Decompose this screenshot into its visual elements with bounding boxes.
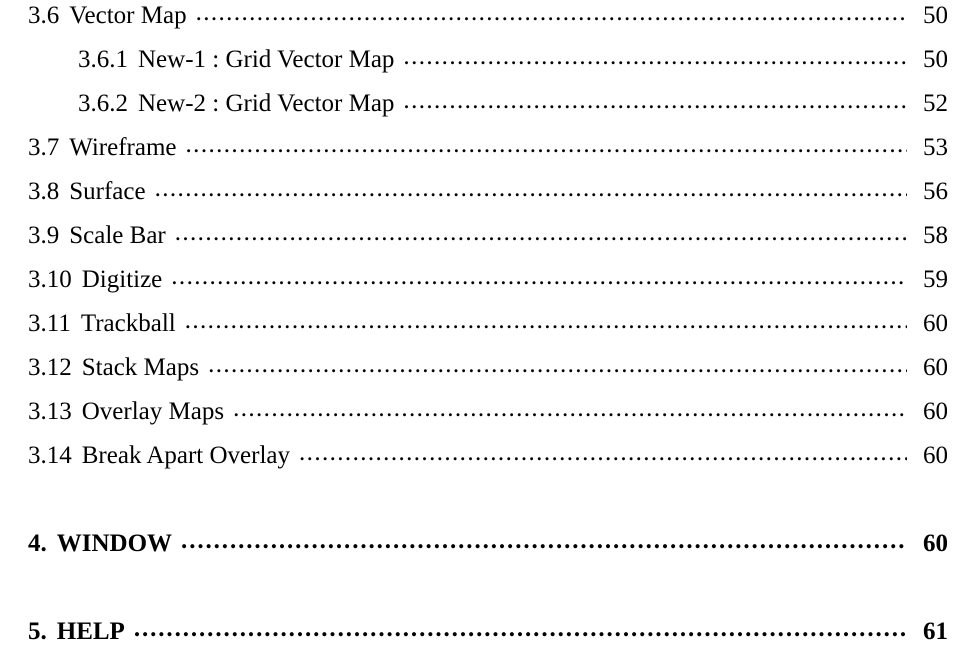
toc-entry-number: 5. bbox=[28, 618, 47, 645]
toc-dot-leader bbox=[155, 167, 907, 211]
toc-entry[interactable]: 3.11 Trackball 60 bbox=[28, 302, 948, 346]
toc-dot-leader bbox=[403, 35, 907, 79]
toc-entry-label: New-2 : Grid Vector Map bbox=[138, 90, 395, 117]
toc-entry-label: Wireframe bbox=[69, 134, 177, 161]
toc-entry-label: Stack Maps bbox=[81, 354, 200, 381]
toc-dot-leader bbox=[403, 79, 907, 123]
toc-entry-label: New-1 : Grid Vector Map bbox=[138, 46, 395, 73]
toc-entry[interactable]: 4. WINDOW 60 bbox=[28, 522, 948, 566]
toc-entry-page-number: 60 bbox=[923, 530, 948, 557]
toc-entry[interactable]: 3.8 Surface 56 bbox=[28, 170, 948, 214]
toc-entry-number: 3.9 bbox=[28, 222, 60, 249]
toc-entry-label: Scale Bar bbox=[69, 222, 166, 249]
toc-entry[interactable]: 3.6.2 New-2 : Grid Vector Map 52 bbox=[28, 82, 948, 126]
toc-entry[interactable]: 3.13 Overlay Maps 60 bbox=[28, 390, 948, 434]
toc-entry-number: 3.10 bbox=[28, 266, 72, 293]
toc-entry-label: Digitize bbox=[81, 266, 163, 293]
toc-entry-label: Overlay Maps bbox=[81, 398, 225, 425]
toc-entry-label: Surface bbox=[69, 178, 146, 205]
toc-entry-page-number: 60 bbox=[923, 354, 948, 381]
toc-entry-number: 3.14 bbox=[28, 442, 72, 469]
toc-entry-page-number: 60 bbox=[923, 310, 948, 337]
toc-entry-number: 3.6.2 bbox=[78, 90, 128, 117]
toc-entry-page-number: 60 bbox=[923, 398, 948, 425]
toc-entry-page-number: 58 bbox=[923, 222, 948, 249]
toc-dot-leader bbox=[181, 519, 907, 563]
toc-entry-number: 3.13 bbox=[28, 398, 72, 425]
toc-entry-number: 4. bbox=[28, 530, 47, 557]
toc-entry[interactable]: 3.10 Digitize 59 bbox=[28, 258, 948, 302]
toc-entry-page-number: 50 bbox=[923, 2, 948, 29]
toc-entry-page-number: 53 bbox=[923, 134, 948, 161]
toc-entry-label: Vector Map bbox=[69, 2, 187, 29]
toc-entry-number: 3.8 bbox=[28, 178, 60, 205]
toc-entry-page-number: 61 bbox=[923, 618, 948, 645]
toc-dot-leader bbox=[196, 0, 907, 35]
toc-entry[interactable]: 3.12 Stack Maps 60 bbox=[28, 346, 948, 390]
toc-entry-page-number: 50 bbox=[923, 46, 948, 73]
toc-entry[interactable]: 3.7 Wireframe 53 bbox=[28, 126, 948, 170]
toc-entry-number: 3.6.1 bbox=[78, 46, 128, 73]
toc-dot-leader bbox=[175, 211, 907, 255]
toc-dot-leader bbox=[186, 123, 907, 167]
toc-entry[interactable]: 3.6 Vector Map 50 bbox=[28, 0, 948, 38]
toc-dot-leader bbox=[134, 607, 907, 651]
toc-entry-page-number: 52 bbox=[923, 90, 948, 117]
toc-dot-leader bbox=[185, 299, 907, 343]
toc-dot-leader bbox=[299, 431, 907, 475]
toc-dot-leader bbox=[233, 387, 907, 431]
toc-entry-label: WINDOW bbox=[56, 530, 173, 557]
toc-entry-number: 3.12 bbox=[28, 354, 72, 381]
toc-entry-page-number: 59 bbox=[923, 266, 948, 293]
table-of-contents: 3.6 Vector Map 50 3.6.1 New-1 : Grid Vector … bbox=[0, 0, 960, 645]
toc-entry-label: Break Apart Overlay bbox=[81, 442, 291, 469]
toc-entry-label: HELP bbox=[56, 618, 125, 645]
toc-entry[interactable]: 3.14 Break Apart Overlay 60 bbox=[28, 434, 948, 478]
toc-entry-number: 3.6 bbox=[28, 2, 60, 29]
toc-entry-label: Trackball bbox=[80, 310, 176, 337]
toc-entry-page-number: 56 bbox=[923, 178, 948, 205]
toc-entry[interactable]: 5. HELP 61 bbox=[28, 610, 948, 654]
toc-entry-number: 3.7 bbox=[28, 134, 60, 161]
toc-entry[interactable]: 3.6.1 New-1 : Grid Vector Map 50 bbox=[28, 38, 948, 82]
toc-entry-page-number: 60 bbox=[923, 442, 948, 469]
toc-entry[interactable]: 3.9 Scale Bar 58 bbox=[28, 214, 948, 258]
toc-dot-leader bbox=[208, 343, 907, 387]
toc-entry-number: 3.11 bbox=[28, 310, 71, 337]
toc-dot-leader bbox=[171, 255, 907, 299]
